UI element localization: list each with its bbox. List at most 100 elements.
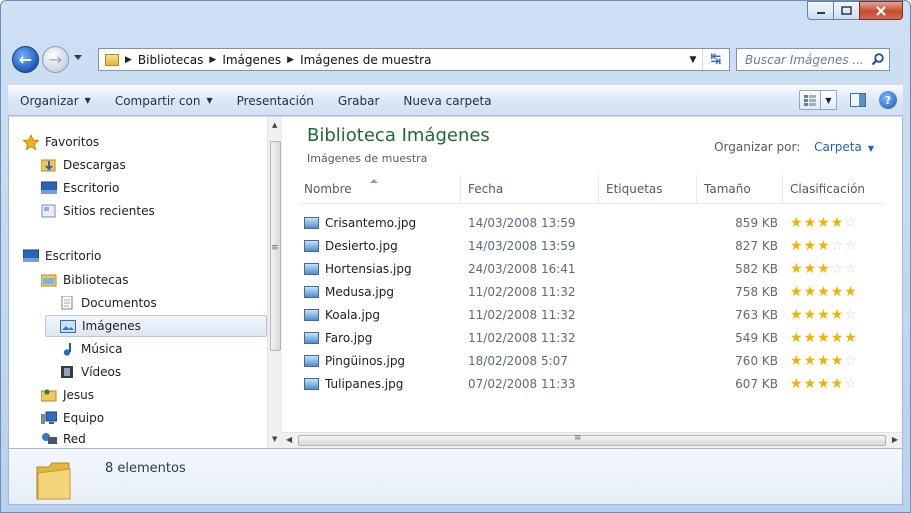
- back-button[interactable]: ←: [12, 46, 39, 73]
- file-row[interactable]: Hortensias.jpg 24/03/2008 16:41 582 KB ★ ★ ★ ☆…: [300, 257, 884, 280]
- dropdown-arrow-icon[interactable]: ▼: [868, 144, 874, 153]
- address-dropdown-icon[interactable]: ▼: [684, 49, 702, 70]
- scroll-up-icon[interactable]: ▲: [272, 121, 277, 129]
- star-filled-icon[interactable]: ★: [804, 377, 817, 391]
- file-row[interactable]: Pingüinos.jpg 18/02/2008 5:07 760 KB ★ ★ ★ ★ ☆: [300, 349, 884, 372]
- star-filled-icon[interactable]: ★: [817, 354, 830, 368]
- navigation-scrollbar[interactable]: ▲ ≡ ▼: [267, 117, 282, 448]
- rating-stars[interactable]: ★ ★ ★ ★ ☆: [790, 372, 858, 395]
- file-row[interactable]: Koala.jpg 11/02/2008 11:32 763 KB ★ ★ ★ ★ ☆: [300, 303, 884, 326]
- star-filled-icon[interactable]: ★: [817, 216, 830, 230]
- star-filled-icon[interactable]: ★: [844, 331, 857, 345]
- horizontal-scrollbar[interactable]: ◀ ≡ ▶: [282, 432, 902, 448]
- rating-stars[interactable]: ★ ★ ★ ☆ ☆: [790, 257, 858, 280]
- file-row[interactable]: Tulipanes.jpg 07/02/2008 11:33 607 KB ★ ★ ★ ★ ☆: [300, 372, 884, 395]
- rating-stars[interactable]: ★ ★ ★ ★ ☆: [790, 303, 858, 326]
- star-filled-icon[interactable]: ★: [817, 285, 830, 299]
- star-filled-icon[interactable]: ★: [817, 262, 830, 276]
- star-empty-icon[interactable]: ☆: [844, 239, 857, 253]
- star-filled-icon[interactable]: ★: [817, 308, 830, 322]
- breadcrumb-item[interactable]: ▶ Imágenes de muestra: [287, 53, 431, 67]
- nav-downloads[interactable]: Descargas: [41, 154, 126, 176]
- file-row[interactable]: Desierto.jpg 14/03/2008 13:59 827 KB ★ ★ ★ ☆ ☆: [300, 234, 884, 257]
- help-button[interactable]: ?: [879, 91, 897, 109]
- share-button[interactable]: Compartir con ▼: [103, 94, 225, 108]
- rating-stars[interactable]: ★ ★ ★ ★ ★: [790, 326, 858, 349]
- star-filled-icon[interactable]: ★: [790, 216, 803, 230]
- view-dropdown-icon[interactable]: ▼: [821, 90, 837, 110]
- nav-libraries[interactable]: Bibliotecas: [41, 269, 128, 291]
- star-empty-icon[interactable]: ☆: [844, 262, 857, 276]
- column-name[interactable]: Nombre: [300, 175, 460, 203]
- star-filled-icon[interactable]: ★: [804, 262, 817, 276]
- nav-computer[interactable]: Equipo: [41, 407, 104, 429]
- new-folder-button[interactable]: Nueva carpeta: [391, 94, 503, 108]
- burn-button[interactable]: Grabar: [326, 94, 392, 108]
- star-filled-icon[interactable]: ★: [790, 331, 803, 345]
- forward-button[interactable]: →: [42, 46, 69, 73]
- breadcrumb-item[interactable]: ▶ Bibliotecas: [125, 53, 203, 67]
- preview-pane-button[interactable]: [847, 90, 869, 110]
- presentation-button[interactable]: Presentación: [225, 94, 326, 108]
- column-size[interactable]: Tamaño: [696, 175, 782, 203]
- star-filled-icon[interactable]: ★: [790, 354, 803, 368]
- nav-desktop[interactable]: Escritorio: [23, 245, 101, 267]
- address-bar[interactable]: ▶ Bibliotecas ▶ Imágenes ▶ Imágenes de mues…: [98, 48, 730, 71]
- star-filled-icon[interactable]: ★: [844, 285, 857, 299]
- star-empty-icon[interactable]: ☆: [831, 239, 844, 253]
- star-filled-icon[interactable]: ★: [804, 331, 817, 345]
- file-row[interactable]: Medusa.jpg 11/02/2008 11:32 758 KB ★ ★ ★ ★ ★: [300, 280, 884, 303]
- rating-stars[interactable]: ★ ★ ★ ☆ ☆: [790, 234, 858, 257]
- nav-recent-places[interactable]: Sitios recientes: [41, 200, 155, 222]
- star-filled-icon[interactable]: ★: [790, 308, 803, 322]
- search-icon[interactable]: [869, 53, 885, 66]
- nav-music[interactable]: Música: [59, 338, 123, 360]
- scrollbar-thumb[interactable]: [298, 435, 886, 446]
- scroll-left-icon[interactable]: ◀: [286, 435, 292, 444]
- scroll-down-icon[interactable]: ▼: [272, 435, 277, 443]
- star-filled-icon[interactable]: ★: [831, 285, 844, 299]
- breadcrumb-arrow-icon[interactable]: ▶: [125, 55, 132, 65]
- star-filled-icon[interactable]: ★: [804, 216, 817, 230]
- recent-pages-dropdown[interactable]: [74, 55, 82, 60]
- star-filled-icon[interactable]: ★: [831, 377, 844, 391]
- breadcrumb-arrow-icon[interactable]: ▶: [209, 55, 216, 65]
- change-view-button[interactable]: [799, 90, 821, 110]
- nav-videos[interactable]: Vídeos: [59, 361, 121, 383]
- close-button[interactable]: [859, 1, 903, 20]
- star-filled-icon[interactable]: ★: [804, 239, 817, 253]
- star-filled-icon[interactable]: ★: [817, 239, 830, 253]
- nav-user-folder[interactable]: Jesus: [41, 384, 94, 406]
- maximize-button[interactable]: [833, 1, 859, 20]
- search-input[interactable]: Buscar Imágenes ...: [736, 48, 890, 71]
- file-row[interactable]: Faro.jpg 11/02/2008 11:32 549 KB ★ ★ ★ ★ ★: [300, 326, 884, 349]
- file-row[interactable]: Crisantemo.jpg 14/03/2008 13:59 859 KB ★ ★ ★ ★…: [300, 211, 884, 234]
- column-rating[interactable]: Clasificación: [782, 175, 884, 203]
- column-tags[interactable]: Etiquetas: [598, 175, 696, 203]
- star-filled-icon[interactable]: ★: [831, 216, 844, 230]
- star-filled-icon[interactable]: ★: [790, 239, 803, 253]
- nav-favorites[interactable]: Favoritos: [23, 131, 99, 153]
- rating-stars[interactable]: ★ ★ ★ ★ ★: [790, 280, 858, 303]
- star-filled-icon[interactable]: ★: [790, 285, 803, 299]
- refresh-button[interactable]: ↹: [702, 49, 729, 70]
- star-filled-icon[interactable]: ★: [790, 377, 803, 391]
- breadcrumb-arrow-icon[interactable]: ▶: [287, 55, 294, 65]
- nav-documents[interactable]: Documentos: [59, 292, 157, 314]
- star-filled-icon[interactable]: ★: [831, 308, 844, 322]
- star-filled-icon[interactable]: ★: [831, 331, 844, 345]
- column-date[interactable]: Fecha: [460, 175, 598, 203]
- star-filled-icon[interactable]: ★: [804, 308, 817, 322]
- star-empty-icon[interactable]: ☆: [844, 377, 857, 391]
- star-empty-icon[interactable]: ☆: [844, 308, 857, 322]
- star-empty-icon[interactable]: ☆: [844, 354, 857, 368]
- arrange-by-value[interactable]: Carpeta: [814, 140, 862, 154]
- star-empty-icon[interactable]: ☆: [831, 262, 844, 276]
- nav-images[interactable]: Imágenes: [45, 315, 267, 337]
- nav-desktop-favorite[interactable]: Escritorio: [41, 177, 119, 199]
- star-filled-icon[interactable]: ★: [804, 354, 817, 368]
- minimize-button[interactable]: [807, 1, 833, 20]
- star-filled-icon[interactable]: ★: [790, 262, 803, 276]
- star-filled-icon[interactable]: ★: [817, 377, 830, 391]
- nav-network[interactable]: Red: [41, 430, 86, 448]
